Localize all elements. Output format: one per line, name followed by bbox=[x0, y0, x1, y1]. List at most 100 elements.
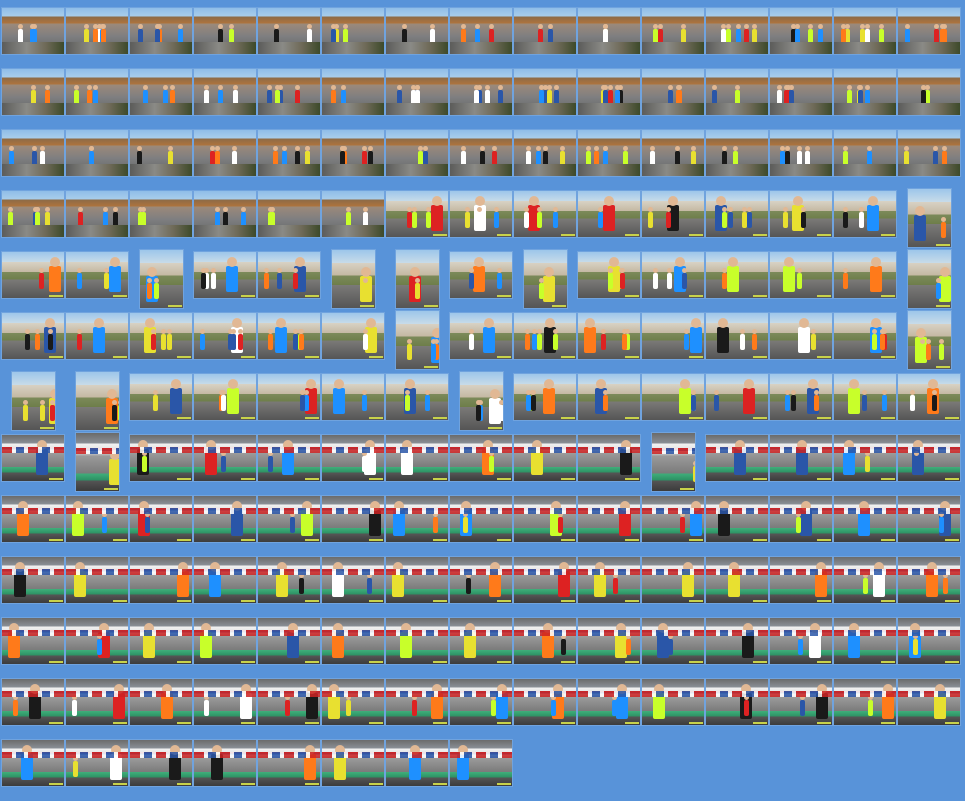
photo-thumbnail[interactable] bbox=[898, 69, 960, 115]
photo-thumbnail[interactable] bbox=[396, 311, 439, 369]
photo-thumbnail[interactable] bbox=[140, 250, 183, 308]
photo-thumbnail[interactable] bbox=[770, 618, 832, 664]
photo-thumbnail[interactable] bbox=[450, 191, 512, 237]
photo-thumbnail[interactable] bbox=[450, 252, 512, 298]
photo-thumbnail[interactable] bbox=[322, 679, 384, 725]
photo-thumbnail[interactable] bbox=[834, 8, 896, 54]
photo-thumbnail[interactable] bbox=[322, 618, 384, 664]
photo-thumbnail[interactable] bbox=[194, 496, 256, 542]
photo-thumbnail[interactable] bbox=[194, 740, 256, 786]
photo-thumbnail[interactable] bbox=[258, 435, 320, 481]
photo-thumbnail[interactable] bbox=[514, 191, 576, 237]
photo-thumbnail[interactable] bbox=[322, 496, 384, 542]
photo-thumbnail[interactable] bbox=[2, 557, 64, 603]
photo-thumbnail[interactable] bbox=[396, 250, 439, 308]
photo-thumbnail[interactable] bbox=[66, 130, 128, 176]
photo-thumbnail[interactable] bbox=[450, 69, 512, 115]
photo-thumbnail[interactable] bbox=[2, 618, 64, 664]
photo-thumbnail[interactable] bbox=[386, 191, 448, 237]
photo-thumbnail[interactable] bbox=[322, 435, 384, 481]
photo-thumbnail[interactable] bbox=[130, 313, 192, 359]
photo-thumbnail[interactable] bbox=[514, 496, 576, 542]
photo-thumbnail[interactable] bbox=[450, 435, 512, 481]
photo-thumbnail[interactable] bbox=[642, 252, 704, 298]
photo-thumbnail[interactable] bbox=[578, 69, 640, 115]
photo-thumbnail[interactable] bbox=[706, 191, 768, 237]
photo-thumbnail[interactable] bbox=[908, 189, 951, 247]
photo-thumbnail[interactable] bbox=[898, 496, 960, 542]
photo-thumbnail[interactable] bbox=[2, 191, 64, 237]
photo-thumbnail[interactable] bbox=[706, 435, 768, 481]
photo-thumbnail[interactable] bbox=[2, 313, 64, 359]
photo-thumbnail[interactable] bbox=[66, 618, 128, 664]
photo-thumbnail[interactable] bbox=[834, 130, 896, 176]
photo-thumbnail[interactable] bbox=[834, 496, 896, 542]
photo-thumbnail[interactable] bbox=[770, 679, 832, 725]
photo-thumbnail[interactable] bbox=[258, 8, 320, 54]
photo-thumbnail[interactable] bbox=[578, 313, 640, 359]
photo-thumbnail[interactable] bbox=[194, 557, 256, 603]
photo-thumbnail[interactable] bbox=[706, 679, 768, 725]
photo-thumbnail[interactable] bbox=[194, 618, 256, 664]
photo-thumbnail[interactable] bbox=[258, 496, 320, 542]
photo-thumbnail[interactable] bbox=[258, 313, 320, 359]
photo-thumbnail[interactable] bbox=[834, 557, 896, 603]
photo-thumbnail[interactable] bbox=[322, 130, 384, 176]
photo-thumbnail[interactable] bbox=[834, 618, 896, 664]
photo-thumbnail[interactable] bbox=[706, 618, 768, 664]
photo-thumbnail[interactable] bbox=[514, 557, 576, 603]
photo-thumbnail[interactable] bbox=[66, 557, 128, 603]
photo-thumbnail[interactable] bbox=[450, 8, 512, 54]
photo-thumbnail[interactable] bbox=[706, 252, 768, 298]
photo-thumbnail[interactable] bbox=[460, 372, 503, 430]
photo-thumbnail[interactable] bbox=[130, 130, 192, 176]
photo-thumbnail[interactable] bbox=[514, 313, 576, 359]
photo-thumbnail[interactable] bbox=[130, 435, 192, 481]
photo-thumbnail[interactable] bbox=[450, 557, 512, 603]
photo-thumbnail[interactable] bbox=[770, 252, 832, 298]
photo-thumbnail[interactable] bbox=[322, 557, 384, 603]
photo-thumbnail[interactable] bbox=[642, 618, 704, 664]
photo-thumbnail[interactable] bbox=[834, 69, 896, 115]
photo-thumbnail[interactable] bbox=[450, 313, 512, 359]
photo-thumbnail[interactable] bbox=[834, 313, 896, 359]
photo-thumbnail[interactable] bbox=[258, 679, 320, 725]
photo-thumbnail[interactable] bbox=[450, 618, 512, 664]
photo-thumbnail[interactable] bbox=[834, 374, 896, 420]
photo-thumbnail[interactable] bbox=[2, 435, 64, 481]
photo-thumbnail[interactable] bbox=[578, 8, 640, 54]
photo-thumbnail[interactable] bbox=[194, 191, 256, 237]
photo-thumbnail[interactable] bbox=[898, 618, 960, 664]
photo-thumbnail[interactable] bbox=[130, 69, 192, 115]
photo-thumbnail[interactable] bbox=[386, 8, 448, 54]
photo-thumbnail[interactable] bbox=[258, 69, 320, 115]
photo-thumbnail[interactable] bbox=[908, 311, 951, 369]
photo-thumbnail[interactable] bbox=[386, 679, 448, 725]
photo-thumbnail[interactable] bbox=[898, 679, 960, 725]
photo-thumbnail[interactable] bbox=[770, 8, 832, 54]
photo-thumbnail[interactable] bbox=[194, 374, 256, 420]
photo-thumbnail[interactable] bbox=[386, 496, 448, 542]
photo-thumbnail[interactable] bbox=[2, 679, 64, 725]
photo-thumbnail[interactable] bbox=[450, 496, 512, 542]
photo-thumbnail[interactable] bbox=[578, 374, 640, 420]
photo-thumbnail[interactable] bbox=[834, 679, 896, 725]
photo-thumbnail[interactable] bbox=[2, 8, 64, 54]
photo-thumbnail[interactable] bbox=[258, 252, 320, 298]
photo-thumbnail[interactable] bbox=[450, 679, 512, 725]
photo-thumbnail[interactable] bbox=[706, 130, 768, 176]
photo-thumbnail[interactable] bbox=[2, 130, 64, 176]
photo-thumbnail[interactable] bbox=[130, 496, 192, 542]
photo-thumbnail[interactable] bbox=[642, 557, 704, 603]
photo-thumbnail[interactable] bbox=[258, 740, 320, 786]
photo-thumbnail[interactable] bbox=[322, 740, 384, 786]
photo-thumbnail[interactable] bbox=[258, 130, 320, 176]
photo-thumbnail[interactable] bbox=[386, 374, 448, 420]
photo-thumbnail[interactable] bbox=[578, 557, 640, 603]
photo-thumbnail[interactable] bbox=[258, 374, 320, 420]
photo-thumbnail[interactable] bbox=[578, 252, 640, 298]
photo-thumbnail[interactable] bbox=[386, 740, 448, 786]
photo-thumbnail[interactable] bbox=[322, 69, 384, 115]
photo-thumbnail[interactable] bbox=[332, 250, 375, 308]
photo-thumbnail[interactable] bbox=[770, 313, 832, 359]
